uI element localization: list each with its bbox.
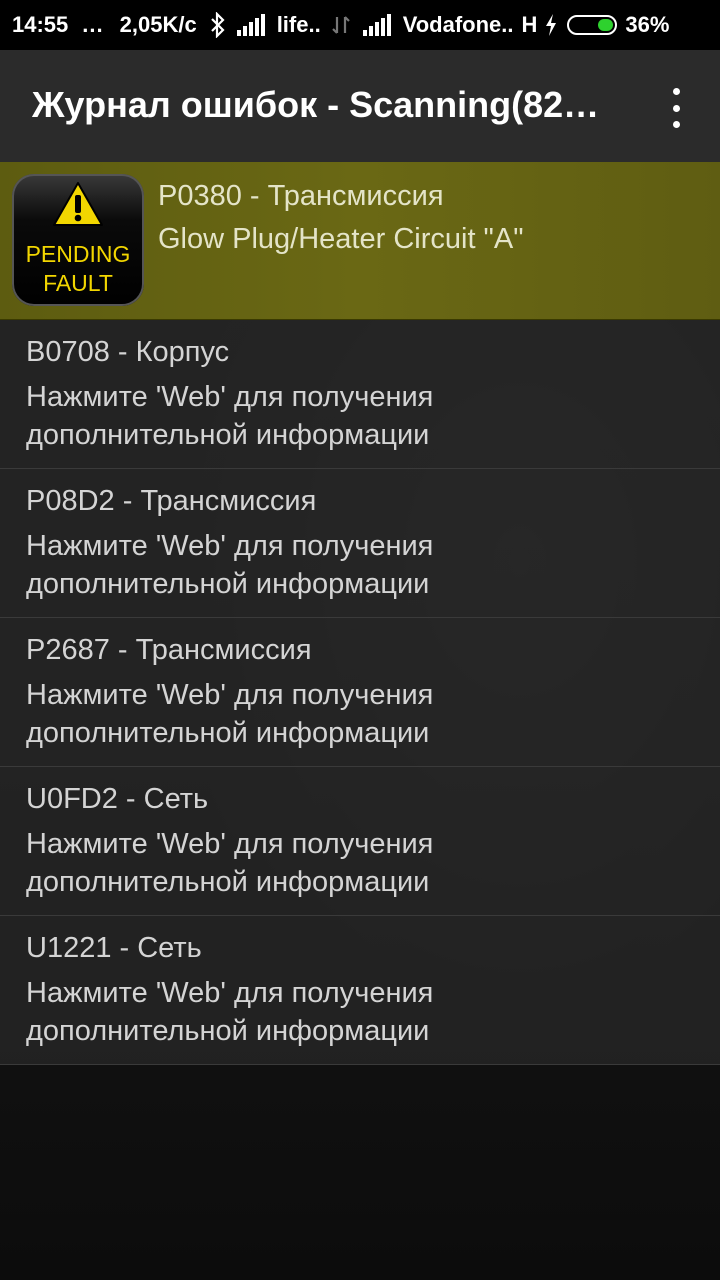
fault-item[interactable]: B0708 - Корпус Нажмите 'Web' для получен… xyxy=(0,320,720,469)
charging-icon xyxy=(545,14,557,36)
fault-description: Нажмите 'Web' для получения дополнительн… xyxy=(26,381,434,451)
badge-text: PENDING FAULT xyxy=(12,240,144,298)
status-time: 14:55 xyxy=(12,12,69,37)
pending-fault-badge: PENDING FAULT xyxy=(12,174,144,306)
data-transfer-icon xyxy=(329,13,353,37)
fault-code: P2687 - Трансмиссия xyxy=(26,634,312,666)
status-bar: 14:55 ... 2,05K/c life.. Vodafone.. H 36… xyxy=(0,0,720,50)
carrier-name-1: life.. xyxy=(276,12,321,37)
screen: 14:55 ... 2,05K/c life.. Vodafone.. H 36… xyxy=(0,0,720,1280)
fault-item[interactable]: P2687 - Трансмиссия Нажмите 'Web' для по… xyxy=(0,618,720,767)
fault-list: PENDING FAULT P0380 - Трансмиссия Glow P… xyxy=(0,162,720,1065)
fault-item[interactable]: U1221 - Сеть Нажмите 'Web' для получения… xyxy=(0,916,720,1065)
fault-description: Нажмите 'Web' для получения дополнительн… xyxy=(26,679,434,749)
network-type: H xyxy=(521,12,538,37)
signal-strength-icon-2 xyxy=(362,14,393,36)
fault-code: U0FD2 - Сеть xyxy=(26,783,209,815)
fault-code: P0380 - Трансмиссия xyxy=(158,180,444,212)
badge-line-1: PENDING xyxy=(25,241,131,267)
signal-strength-icon xyxy=(236,14,267,36)
fault-item-pending[interactable]: PENDING FAULT P0380 - Трансмиссия Glow P… xyxy=(0,162,720,320)
carrier-name-2: Vodafone.. xyxy=(402,12,514,37)
battery-icon xyxy=(567,15,618,35)
battery-percent: 36% xyxy=(625,12,670,37)
fault-code: U1221 - Сеть xyxy=(26,932,202,964)
bluetooth-icon xyxy=(209,12,227,38)
menu-dot xyxy=(672,121,680,128)
notification-dots-icon: ... xyxy=(82,12,104,37)
warning-triangle-icon xyxy=(53,182,103,226)
battery-fill xyxy=(598,19,614,31)
fault-description: Нажмите 'Web' для получения дополнительн… xyxy=(26,828,434,898)
fault-description: Нажмите 'Web' для получения дополнительн… xyxy=(26,530,434,600)
fault-item[interactable]: P08D2 - Трансмиссия Нажмите 'Web' для по… xyxy=(0,469,720,618)
menu-dot xyxy=(672,88,680,95)
fault-description: Glow Plug/Heater Circuit "A" xyxy=(158,223,524,255)
fault-code: B0708 - Корпус xyxy=(26,336,230,368)
page-title: Журнал ошибок - Scanning(82… xyxy=(32,84,600,125)
overflow-menu-icon[interactable] xyxy=(662,88,690,128)
menu-dot xyxy=(672,104,680,112)
fault-description: Нажмите 'Web' для получения дополнительн… xyxy=(26,977,434,1047)
fault-code: P08D2 - Трансмиссия xyxy=(26,485,317,517)
badge-line-2: FAULT xyxy=(43,270,113,296)
fault-item[interactable]: U0FD2 - Сеть Нажмите 'Web' для получения… xyxy=(0,767,720,916)
network-speed: 2,05K/c xyxy=(119,12,197,37)
app-bar: Журнал ошибок - Scanning(82… xyxy=(0,50,720,162)
